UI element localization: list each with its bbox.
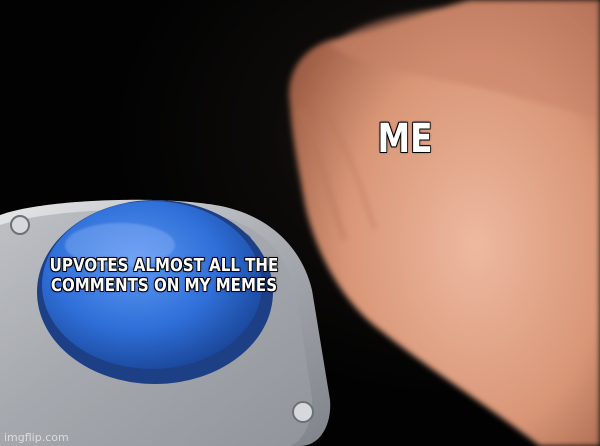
meme-scene: [0, 0, 600, 446]
button-caption: UPVOTES ALMOST ALL THE COMMENTS ON MY ME…: [49, 256, 279, 296]
screw-icon: [10, 215, 30, 235]
watermark: imgflip.com: [4, 431, 69, 444]
hand-caption: ME: [377, 116, 433, 162]
screw-icon: [292, 401, 314, 423]
meme-canvas: ME UPVOTES ALMOST ALL THE COMMENTS ON MY…: [0, 0, 600, 446]
